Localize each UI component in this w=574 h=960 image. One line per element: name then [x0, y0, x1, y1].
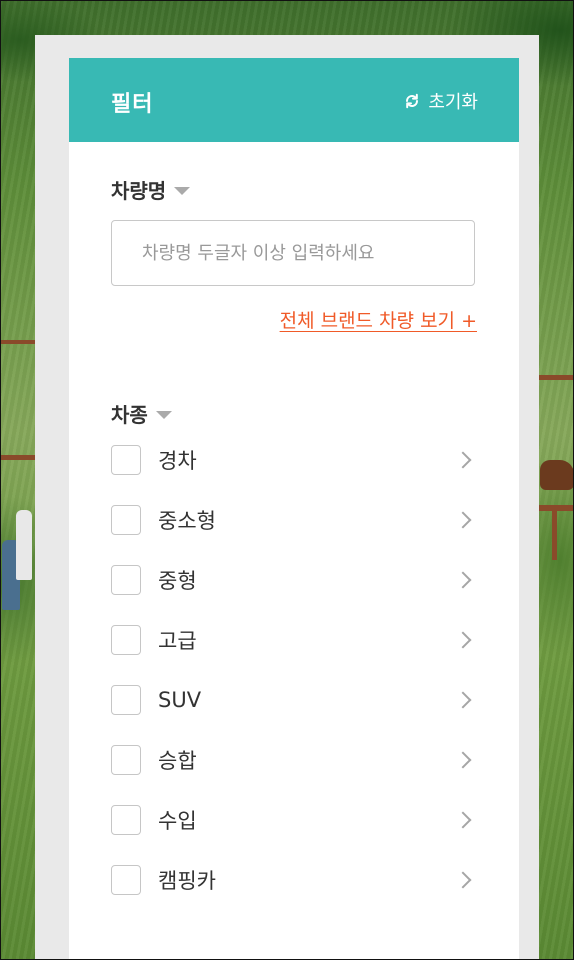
filter-header: 필터 초기화	[69, 58, 519, 142]
car-type-checkbox[interactable]	[111, 445, 141, 475]
chevron-right-icon[interactable]	[454, 451, 472, 469]
reset-button[interactable]: 초기화	[404, 88, 478, 114]
car-type-item-camper[interactable]: 캠핑카	[111, 850, 477, 910]
caret-down-icon	[155, 410, 172, 419]
car-type-item-label: 수입	[158, 809, 197, 833]
chevron-right-icon[interactable]	[454, 871, 472, 889]
caret-down-icon	[174, 186, 191, 195]
fence-left	[0, 340, 35, 344]
car-type-item-midsize[interactable]: 중형	[111, 550, 477, 610]
chevron-right-icon[interactable]	[454, 691, 472, 709]
car-type-checkbox[interactable]	[111, 565, 141, 595]
car-type-checkbox[interactable]	[111, 805, 141, 835]
car-type-item-light[interactable]: 경차	[111, 430, 477, 490]
car-type-item-label: 고급	[158, 629, 197, 653]
car-type-item-label: 중형	[158, 569, 197, 593]
car-type-item-label: SUV	[158, 688, 202, 712]
fence-right-post	[552, 505, 557, 560]
car-type-item-label: 중소형	[158, 509, 216, 533]
car-type-list: 경차 중소형 중형 고급 SUV 승합 수입 캠핑카	[111, 430, 477, 910]
chevron-right-icon[interactable]	[454, 511, 472, 529]
car-type-item-luxury[interactable]: 고급	[111, 610, 477, 670]
horse	[540, 460, 574, 490]
car-type-item-van[interactable]: 승합	[111, 730, 477, 790]
car-name-search-input[interactable]	[111, 220, 475, 286]
reset-label: 초기화	[428, 92, 478, 113]
filter-panel: 필터 초기화 차량명 전체 브랜드 차량 보기 + 차종	[69, 58, 519, 960]
car-type-label: 차종	[111, 403, 148, 427]
filter-title: 필터	[111, 92, 154, 117]
car-type-checkbox[interactable]	[111, 745, 141, 775]
car-type-checkbox[interactable]	[111, 625, 141, 655]
chevron-right-icon[interactable]	[454, 751, 472, 769]
car-name-section-toggle[interactable]: 차량명	[111, 175, 191, 204]
car-type-item-import[interactable]: 수입	[111, 790, 477, 850]
fence-right	[539, 375, 574, 380]
chevron-right-icon[interactable]	[454, 631, 472, 649]
car-name-label: 차량명	[111, 179, 167, 203]
car-type-item-label: 경차	[158, 449, 197, 473]
fence-left-lower	[0, 455, 35, 460]
car-type-item-compact[interactable]: 중소형	[111, 490, 477, 550]
car-type-checkbox[interactable]	[111, 865, 141, 895]
refresh-icon	[404, 93, 420, 109]
all-brands-link[interactable]: 전체 브랜드 차량 보기 +	[280, 306, 477, 333]
chevron-right-icon[interactable]	[454, 571, 472, 589]
person-left-2	[16, 510, 32, 580]
filter-card: 필터 초기화 차량명 전체 브랜드 차량 보기 + 차종	[35, 35, 539, 960]
car-type-checkbox[interactable]	[111, 505, 141, 535]
chevron-right-icon[interactable]	[454, 811, 472, 829]
car-type-checkbox[interactable]	[111, 685, 141, 715]
car-type-item-label: 승합	[158, 749, 197, 773]
car-type-section-toggle[interactable]: 차종	[111, 399, 172, 428]
car-type-item-label: 캠핑카	[158, 869, 216, 893]
car-type-item-suv[interactable]: SUV	[111, 670, 477, 730]
